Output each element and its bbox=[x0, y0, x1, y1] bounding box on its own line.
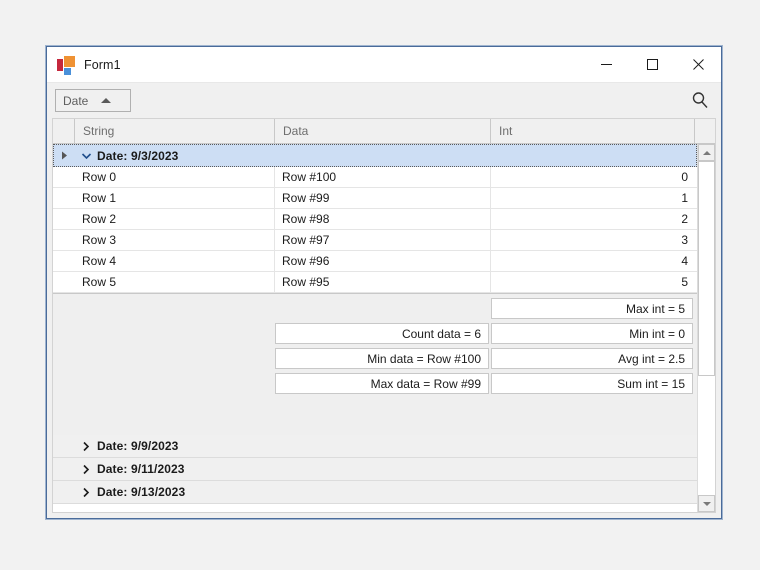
row-indicator-cell bbox=[53, 272, 75, 292]
summary-item-data: Count data = 6 bbox=[275, 323, 489, 344]
arrow-up-icon bbox=[702, 150, 711, 155]
summary-column-data: Count data = 6 Min data = Row #100 Max dat… bbox=[275, 294, 491, 435]
scrollbar-thumb[interactable] bbox=[698, 161, 715, 376]
cell-string[interactable]: Row 5 bbox=[75, 272, 275, 292]
visual-studio-logo-icon bbox=[57, 55, 75, 75]
summary-item-data: Max data = Row #99 bbox=[275, 373, 489, 394]
table-row[interactable]: Row 4 Row #96 4 bbox=[53, 251, 697, 272]
chevron-down-icon[interactable] bbox=[75, 152, 97, 160]
cell-string[interactable]: Row 3 bbox=[75, 230, 275, 250]
collapsed-groups-container: Date: 9/9/2023 Date: 9/11/2023 Date: 9/13/… bbox=[53, 435, 697, 504]
cell-data[interactable]: Row #100 bbox=[275, 167, 491, 187]
summary-item-data: Min data = Row #100 bbox=[275, 348, 489, 369]
group-row-label: Date: 9/13/2023 bbox=[97, 485, 186, 499]
maximize-icon bbox=[646, 59, 658, 70]
scrollbar-track[interactable] bbox=[698, 161, 715, 495]
chevron-right-icon[interactable] bbox=[75, 464, 97, 475]
summary-item-int: Min int = 0 bbox=[491, 323, 693, 344]
table-row[interactable]: Row 5 Row #95 5 bbox=[53, 272, 697, 293]
table-row[interactable]: Row 1 Row #99 1 bbox=[53, 188, 697, 209]
arrow-down-icon bbox=[702, 501, 711, 506]
cell-string[interactable]: Row 2 bbox=[75, 209, 275, 229]
cell-data[interactable]: Row #98 bbox=[275, 209, 491, 229]
cell-string[interactable]: Row 0 bbox=[75, 167, 275, 187]
cell-int[interactable]: 5 bbox=[491, 272, 695, 292]
minimize-button[interactable] bbox=[583, 47, 629, 82]
cell-string[interactable]: Row 4 bbox=[75, 251, 275, 271]
cell-data[interactable]: Row #97 bbox=[275, 230, 491, 250]
cell-int[interactable]: 1 bbox=[491, 188, 695, 208]
cell-int[interactable]: 0 bbox=[491, 167, 695, 187]
data-rows-container: Row 0 Row #100 0 Row 1 Row #99 1 Row 2 Row #98 2… bbox=[53, 167, 697, 293]
column-header-spacer bbox=[695, 119, 715, 143]
chevron-right-icon[interactable] bbox=[75, 441, 97, 452]
cell-data[interactable]: Row #99 bbox=[275, 188, 491, 208]
group-row-label: Date: 9/9/2023 bbox=[97, 439, 179, 453]
cell-int[interactable]: 2 bbox=[491, 209, 695, 229]
group-row-collapsed[interactable]: Date: 9/13/2023 bbox=[53, 481, 697, 504]
close-button[interactable] bbox=[675, 47, 721, 82]
column-header-int[interactable]: Int bbox=[491, 119, 695, 143]
row-indicator-cell bbox=[53, 167, 75, 187]
chevron-right-icon[interactable] bbox=[75, 487, 97, 498]
summary-item-int: Max int = 5 bbox=[491, 298, 693, 319]
scrollbar-up-button[interactable] bbox=[698, 144, 715, 161]
cell-data[interactable]: Row #95 bbox=[275, 272, 491, 292]
sort-by-date-button[interactable]: Date bbox=[55, 89, 131, 112]
summary-column-int: Max int = 5 Min int = 0 Avg int = 2.5 Sum i… bbox=[491, 294, 695, 435]
group-row-label: Date: 9/11/2023 bbox=[97, 462, 185, 476]
row-indicator-cell bbox=[53, 230, 75, 250]
summary-item-int: Sum int = 15 bbox=[491, 373, 693, 394]
cell-int[interactable]: 3 bbox=[491, 230, 695, 250]
group-row-label: Date: 9/3/2023 bbox=[97, 148, 179, 163]
close-icon bbox=[692, 59, 704, 70]
column-header-row: String Data Int bbox=[53, 119, 715, 144]
row-indicator-cell bbox=[53, 188, 75, 208]
scrollbar-down-button[interactable] bbox=[698, 495, 715, 512]
row-indicator-cell bbox=[53, 209, 75, 229]
table-row[interactable]: Row 2 Row #98 2 bbox=[53, 209, 697, 230]
group-row-collapsed[interactable]: Date: 9/11/2023 bbox=[53, 458, 697, 481]
data-grid: String Data Int Date: 9/3/2023 Row 0 Row… bbox=[52, 118, 716, 513]
table-row[interactable]: Row 3 Row #97 3 bbox=[53, 230, 697, 251]
row-indicator-cell bbox=[53, 251, 75, 271]
column-header-indicator bbox=[53, 119, 75, 143]
summary-item-int: Avg int = 2.5 bbox=[491, 348, 693, 369]
search-icon[interactable] bbox=[691, 91, 709, 109]
toolbar: Date bbox=[47, 83, 721, 118]
column-header-string[interactable]: String bbox=[75, 119, 275, 143]
cell-data[interactable]: Row #96 bbox=[275, 251, 491, 271]
table-row[interactable]: Row 0 Row #100 0 bbox=[53, 167, 697, 188]
application-window: Form1 Date String Data Int Date: 9/3/202… bbox=[46, 46, 722, 519]
caret-up-icon bbox=[101, 98, 112, 103]
column-header-data[interactable]: Data bbox=[275, 119, 491, 143]
summary-indicator-spacer bbox=[53, 294, 75, 435]
caret-right-icon bbox=[53, 151, 75, 160]
window-controls bbox=[583, 47, 721, 82]
window-title: Form1 bbox=[84, 57, 121, 72]
minimize-icon bbox=[600, 64, 612, 65]
grid-body: Date: 9/3/2023 Row 0 Row #100 0 Row 1 Row #9… bbox=[53, 144, 715, 512]
maximize-button[interactable] bbox=[629, 47, 675, 82]
group-row-collapsed[interactable]: Date: 9/9/2023 bbox=[53, 435, 697, 458]
group-summary-panel: Count data = 6 Min data = Row #100 Max dat… bbox=[53, 293, 697, 435]
title-bar: Form1 bbox=[47, 47, 721, 83]
summary-column-string bbox=[75, 294, 275, 435]
cell-int[interactable]: 4 bbox=[491, 251, 695, 271]
vertical-scrollbar[interactable] bbox=[697, 144, 715, 512]
sort-button-label: Date bbox=[63, 93, 89, 108]
group-row-expanded[interactable]: Date: 9/3/2023 bbox=[53, 144, 697, 167]
grid-rows-area: Date: 9/3/2023 Row 0 Row #100 0 Row 1 Row #9… bbox=[53, 144, 697, 512]
cell-string[interactable]: Row 1 bbox=[75, 188, 275, 208]
